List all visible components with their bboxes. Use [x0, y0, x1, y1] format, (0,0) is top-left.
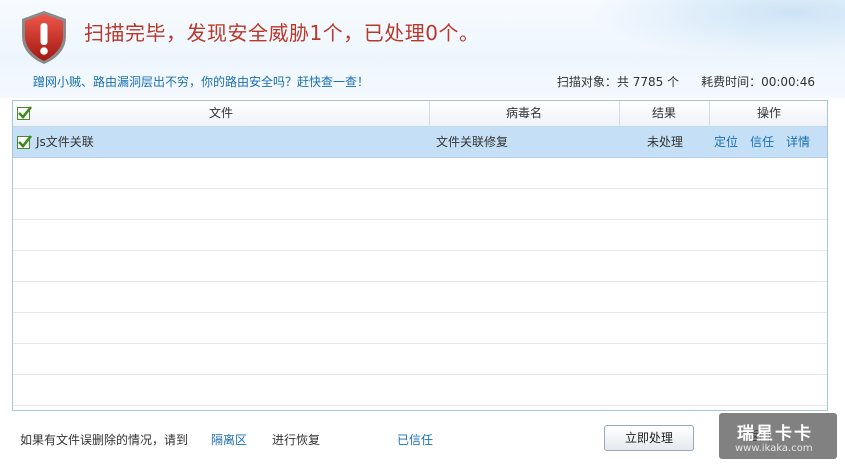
- scan-result-title: 扫描完毕，发现安全威胁1个，已处理0个。: [84, 21, 480, 45]
- trusted-link[interactable]: 已信任: [397, 431, 433, 448]
- router-security-link[interactable]: 蹭网小贼、路由漏洞层出不穷，你的路由安全吗？赶快查一查！: [33, 73, 369, 90]
- row-file-name: Js文件关联: [36, 135, 94, 149]
- scan-target-count: 扫描对象：共 7785 个: [556, 75, 680, 89]
- watermark-title: 瑞星卡卡: [737, 424, 813, 444]
- quarantine-link[interactable]: 隔离区: [211, 431, 247, 448]
- elapsed-time: 耗费时间：00:00:46: [701, 75, 815, 89]
- process-now-button[interactable]: 立即处理: [604, 425, 694, 451]
- warning-shield-icon: [22, 11, 66, 64]
- table-row[interactable]: Js文件关联 文件关联修复 未处理 定位 信任 详情: [13, 127, 827, 158]
- details-link[interactable]: 详情: [786, 127, 810, 157]
- scan-stats: 扫描对象：共 7785 个 耗费时间：00:00:46: [557, 73, 815, 90]
- restore-hint-prefix: 如果有文件误删除的情况，请到: [20, 433, 189, 447]
- empty-row: [13, 313, 827, 344]
- empty-row: [13, 375, 827, 406]
- column-header-virus[interactable]: 病毒名: [429, 101, 620, 126]
- threat-table: 文件 病毒名 结果 操作 Js文件关联 文件关联修复 未处理 定位 信任 详情: [12, 100, 828, 411]
- watermark-url: www.ikaka.com: [735, 443, 813, 454]
- row-checkbox[interactable]: [17, 135, 33, 149]
- row-virus-name: 文件关联修复: [436, 135, 509, 149]
- header-glow: [585, 0, 845, 60]
- watermark-logo: 返回 瑞星卡卡 www.ikaka.com: [719, 413, 837, 459]
- empty-row: [13, 189, 827, 220]
- trust-link[interactable]: 信任: [750, 127, 774, 157]
- empty-row: [13, 344, 827, 375]
- empty-row: [13, 282, 827, 313]
- column-header-action: 操作: [756, 106, 781, 120]
- checkbox-checked-icon: [18, 135, 33, 148]
- locate-link[interactable]: 定位: [714, 127, 738, 157]
- restore-hint-suffix: 进行恢复: [272, 433, 321, 447]
- empty-row: [13, 251, 827, 282]
- table-header: 文件 病毒名 结果 操作: [13, 101, 827, 127]
- empty-row: [13, 220, 827, 251]
- column-header-file[interactable]: 文件: [13, 101, 430, 126]
- empty-row: [13, 158, 827, 189]
- column-header-result[interactable]: 结果: [619, 101, 710, 126]
- row-result: 未处理: [647, 135, 684, 149]
